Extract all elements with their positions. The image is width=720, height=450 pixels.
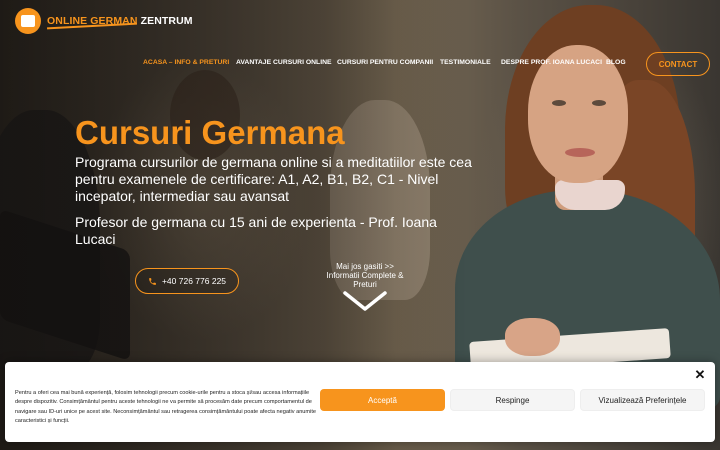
phone-number: +40 726 776 225 bbox=[161, 276, 227, 286]
hero-teacher-line: Profesor de germana cu 15 ani de experie… bbox=[75, 214, 437, 247]
hero-title: Cursuri Germana bbox=[75, 114, 345, 151]
logo-text-highlight: ZENTRUM bbox=[140, 15, 193, 27]
scroll-text-line1: Mai jos gasiti >> bbox=[336, 262, 394, 271]
nav-item-testimoniale[interactable]: TESTIMONIALE bbox=[440, 59, 491, 66]
scroll-text-line3: Preturi bbox=[353, 280, 377, 289]
close-icon[interactable]: ✕ bbox=[693, 368, 707, 382]
scroll-down-link[interactable]: Mai jos gasiti >> Informatii Complete & … bbox=[315, 262, 415, 311]
nav-item-acasa[interactable]: ACASA – INFO & PRETURI bbox=[143, 59, 229, 66]
chevron-down-icon bbox=[343, 291, 387, 311]
cookie-banner: ✕ Pentru a oferi cea mai bună experiență… bbox=[5, 362, 715, 442]
hero-description: Programa cursurilor de germana online si… bbox=[75, 154, 472, 204]
view-preferences-button[interactable]: Vizualizează Preferințele bbox=[580, 389, 705, 411]
main-nav: ACASA – INFO & PRETURI AVANTAJE CURSURI … bbox=[0, 59, 720, 71]
scroll-text-line2: Informatii Complete & bbox=[326, 271, 404, 280]
logo-icon bbox=[15, 8, 41, 34]
phone-icon bbox=[149, 277, 156, 285]
nav-item-blog[interactable]: BLOG bbox=[606, 59, 626, 66]
deny-cookies-button[interactable]: Respinge bbox=[450, 389, 575, 411]
accept-cookies-button[interactable]: Acceptă bbox=[320, 389, 445, 411]
nav-item-companii[interactable]: CURSURI PENTRU COMPANII bbox=[337, 59, 433, 66]
contact-button[interactable]: CONTACT bbox=[646, 52, 710, 76]
cookie-text: Pentru a oferi cea mai bună experiență, … bbox=[15, 390, 316, 424]
nav-item-despre[interactable]: DESPRE PROF. IOANA LUCACI bbox=[501, 59, 602, 66]
nav-item-avantaje[interactable]: AVANTAJE CURSURI ONLINE bbox=[236, 59, 332, 66]
site-logo[interactable]: ONLINE GERMAN ZENTRUM bbox=[15, 8, 193, 34]
phone-button[interactable]: +40 726 776 225 bbox=[135, 268, 239, 294]
